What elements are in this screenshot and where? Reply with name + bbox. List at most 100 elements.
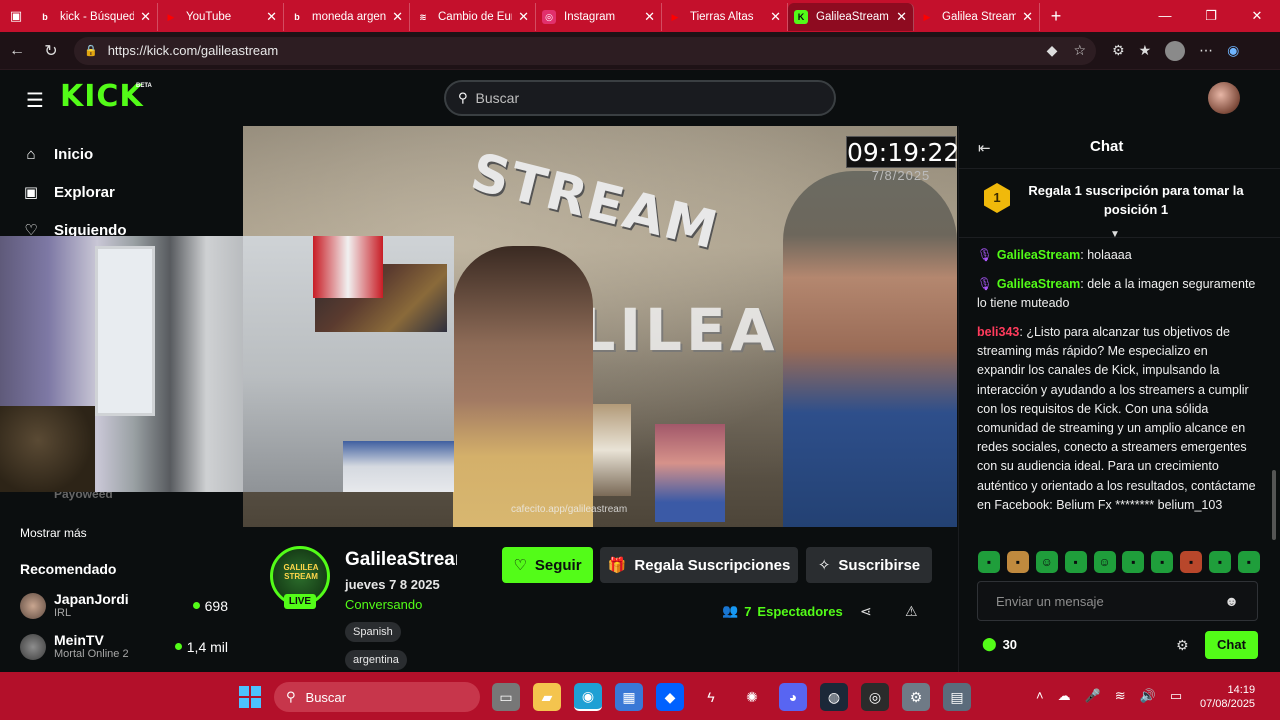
collapse-chat-icon[interactable]: ⇤ xyxy=(978,139,991,157)
chevron-up-icon[interactable]: ˄ xyxy=(1036,688,1044,704)
close-tab-icon[interactable]: ✕ xyxy=(644,9,655,25)
follow-button[interactable]: ♡ Seguir xyxy=(502,547,593,583)
browser-tab[interactable]: ▶ Tierras Altas ✕ xyxy=(662,3,788,31)
viewer-count: 👥 7 Espectadores xyxy=(722,603,843,619)
more-menu-icon[interactable]: ⋯ xyxy=(1199,42,1213,59)
close-tab-icon[interactable]: ✕ xyxy=(392,9,403,25)
emote-icon[interactable]: ▪ xyxy=(1237,551,1260,573)
subscribe-button[interactable]: ✧ Suscribirse xyxy=(806,547,932,583)
browser-tab[interactable]: ▶ YouTube ✕ xyxy=(158,3,284,31)
file-explorer-icon[interactable]: ▰ xyxy=(533,683,561,711)
extension-tag-icon[interactable]: ◆ xyxy=(1047,42,1058,59)
chat-send-button[interactable]: Chat xyxy=(1205,631,1258,659)
extensions-icon[interactable]: ⚙ xyxy=(1112,42,1125,59)
channel-points[interactable]: ⬤ 30 xyxy=(982,636,1017,652)
taskbar-clock[interactable]: 14:19 07/08/2025 xyxy=(1200,683,1255,711)
emote-icon[interactable]: ▪ xyxy=(1180,551,1203,573)
emoji-picker-icon[interactable]: ☻ xyxy=(1224,593,1239,609)
chevron-down-icon[interactable]: ▼ xyxy=(1110,229,1120,240)
discord-icon[interactable]: ◕ xyxy=(779,683,807,711)
close-tab-icon[interactable]: ✕ xyxy=(518,9,529,25)
emote-icon[interactable]: ☺ xyxy=(1035,551,1058,573)
microphone-icon[interactable]: 🎤 xyxy=(1085,688,1101,704)
sidebar-item-label: Inicio xyxy=(54,146,94,163)
store-icon[interactable]: ▦ xyxy=(615,683,643,711)
cloud-icon[interactable]: ☁ xyxy=(1058,688,1071,704)
favorite-star-icon[interactable]: ☆ xyxy=(1073,42,1086,59)
taskbar-time: 14:19 xyxy=(1227,684,1256,696)
close-tab-icon[interactable]: ✕ xyxy=(266,9,277,25)
report-icon[interactable]: ⚠ xyxy=(905,603,918,620)
chat-username[interactable]: GalileaStream xyxy=(997,248,1080,262)
browser-tab[interactable]: ≋ Cambio de Euro ✕ xyxy=(410,3,536,31)
url-field[interactable]: 🔒 https://kick.com/galileastream ◆ ☆ xyxy=(74,36,1096,65)
gift-subscriptions-button[interactable]: 🎁 Regala Suscripciones xyxy=(600,547,798,583)
new-tab-icon[interactable]: + xyxy=(1040,6,1072,27)
volume-icon[interactable]: 🔊 xyxy=(1140,688,1156,704)
chat-message: beli343: ¿Listo para alcanzar tus objeti… xyxy=(977,325,1256,512)
favorites-icon[interactable]: ★ xyxy=(1139,42,1152,59)
close-window-icon[interactable]: ✕ xyxy=(1234,8,1280,24)
close-tab-icon[interactable]: ✕ xyxy=(140,9,151,25)
chat-settings-icon[interactable]: ⚙ xyxy=(1176,637,1189,654)
chat-input[interactable]: Enviar un mensaje ☻ xyxy=(977,581,1258,621)
recommended-title: Recomendado xyxy=(20,561,117,577)
battery-icon[interactable]: ▭ xyxy=(1170,688,1182,704)
follow-label: Seguir xyxy=(534,556,582,574)
tab-actions-icon[interactable]: ▣ xyxy=(0,0,32,32)
emote-icon[interactable]: ▪ xyxy=(1209,551,1231,573)
tab-title: Instagram xyxy=(564,11,616,23)
browser-tab[interactable]: ▶ Galilea Stream ✕ xyxy=(914,3,1040,31)
emote-icon[interactable]: ▪ xyxy=(1122,551,1145,573)
wifi-icon[interactable]: ≋ xyxy=(1115,688,1126,704)
stream-category[interactable]: Conversando xyxy=(345,597,422,612)
browser-tab[interactable]: b kick - Búsqueda ✕ xyxy=(32,3,158,31)
recommended-channel[interactable]: MeinTV Mortal Online 2 1,4 mil xyxy=(20,633,228,660)
windows-start-icon[interactable] xyxy=(239,686,261,708)
task-view-icon[interactable]: ▭ xyxy=(492,683,520,711)
share-icon[interactable]: ⋖ xyxy=(860,603,872,620)
menu-icon[interactable]: ☰ xyxy=(26,88,44,113)
stream-tag[interactable]: Spanish xyxy=(345,622,401,642)
points-icon: ⬤ xyxy=(982,636,997,651)
steam-icon[interactable]: ◍ xyxy=(820,683,848,711)
show-more-link[interactable]: Mostrar más xyxy=(20,526,87,540)
back-icon[interactable]: ← xyxy=(0,42,34,60)
reload-icon[interactable]: ↻ xyxy=(34,41,68,61)
calculator-icon[interactable]: ▤ xyxy=(943,683,971,711)
emote-icon[interactable]: ▪ xyxy=(1006,551,1029,573)
search-input[interactable]: ⚲ Buscar xyxy=(444,80,836,116)
user-avatar[interactable] xyxy=(1208,82,1240,114)
profile-avatar[interactable] xyxy=(1165,40,1186,61)
copilot-icon[interactable]: ◉ xyxy=(1227,42,1239,59)
close-tab-icon[interactable]: ✕ xyxy=(896,9,907,25)
browser-tab[interactable]: ◎ Instagram ✕ xyxy=(536,3,662,31)
minimize-icon[interactable]: — xyxy=(1142,8,1188,24)
maximize-icon[interactable]: ❐ xyxy=(1188,8,1234,24)
emote-icon[interactable]: ▪ xyxy=(1151,551,1174,573)
chat-scrollbar[interactable] xyxy=(1272,470,1276,540)
chat-username[interactable]: GalileaStream xyxy=(997,277,1080,291)
recommended-channel[interactable]: JapanJordi IRL 698 xyxy=(20,592,228,619)
dropbox-icon[interactable]: ◆ xyxy=(656,683,684,711)
close-tab-icon[interactable]: ✕ xyxy=(770,9,781,25)
emote-icon[interactable]: ☺ xyxy=(1093,551,1116,573)
taskbar-search[interactable]: ⚲ Buscar xyxy=(274,682,480,712)
browser-tab-active[interactable]: K GalileaStream ✕ xyxy=(788,3,914,31)
obs-icon[interactable]: ◎ xyxy=(861,683,889,711)
close-tab-icon[interactable]: ✕ xyxy=(1022,9,1033,25)
sidebar-item-inicio[interactable]: ⌂ Inicio xyxy=(22,146,93,163)
stream-tag[interactable]: argentina xyxy=(345,650,407,670)
chat-message: 🎙 GalileaStream: holaaaa xyxy=(977,248,1132,262)
settings-icon[interactable]: ⚙ xyxy=(902,683,930,711)
emote-icon[interactable]: ▪ xyxy=(1064,551,1087,573)
edge-browser-icon[interactable]: ◉ xyxy=(574,683,602,711)
chatgpt-icon[interactable]: ✺ xyxy=(738,683,766,711)
channel-name[interactable]: GalileaStream xyxy=(345,549,457,571)
bolt-app-icon[interactable]: ϟ xyxy=(697,683,725,711)
emote-icon[interactable]: ▪ xyxy=(978,551,1000,573)
kick-logo[interactable]: KICK xyxy=(60,80,144,114)
browser-tab[interactable]: b moneda argentina ✕ xyxy=(284,3,410,31)
sidebar-item-explorar[interactable]: ▣ Explorar xyxy=(22,183,115,202)
chat-username[interactable]: beli343 xyxy=(977,325,1019,339)
